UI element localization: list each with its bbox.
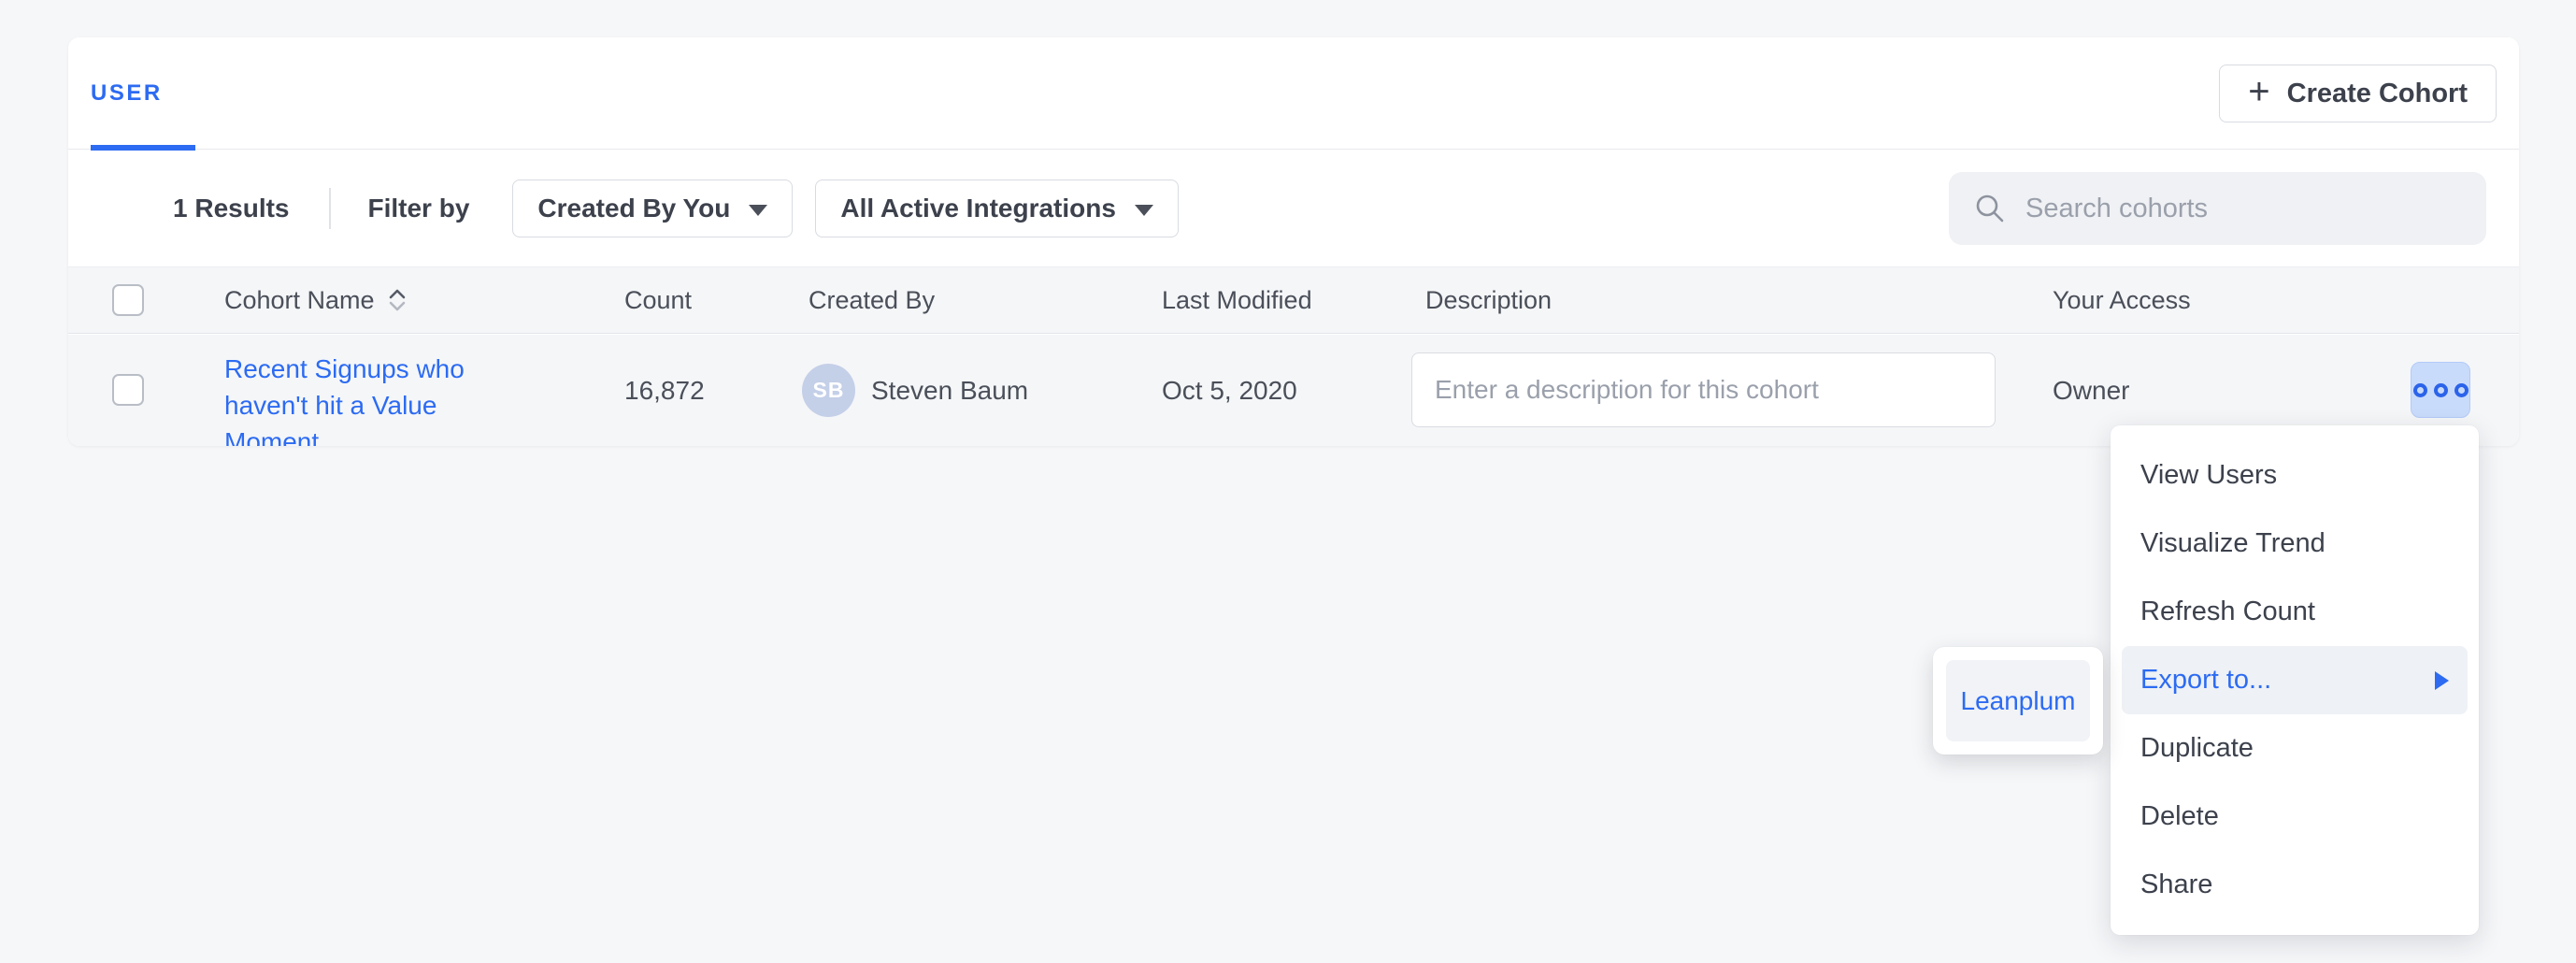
kebab-dot-icon: [2454, 383, 2469, 397]
results-count: 1 Results: [173, 194, 290, 223]
menu-item-export-to[interactable]: Export to...: [2122, 646, 2468, 714]
sort-icon[interactable]: [386, 285, 408, 315]
divider: [329, 188, 331, 229]
search-box: [1949, 172, 2486, 245]
table-header: Cohort Name Count Created By Last Modifi…: [68, 266, 2519, 334]
cohort-name-link[interactable]: Recent Signups who haven't hit a Value M…: [224, 351, 477, 446]
created-by-dropdown[interactable]: Created By You: [512, 180, 793, 237]
menu-item-duplicate[interactable]: Duplicate: [2111, 714, 2479, 783]
filter-bar: 1 Results Filter by Created By You All A…: [68, 151, 2519, 266]
avatar: SB: [802, 364, 855, 417]
tab-user[interactable]: USER: [91, 37, 163, 150]
header-description: Description: [1425, 267, 1552, 333]
chevron-down-icon: [1135, 205, 1153, 216]
integrations-dropdown[interactable]: All Active Integrations: [815, 180, 1179, 237]
row-context-menu: View Users Visualize Trend Refresh Count…: [2111, 425, 2479, 935]
filter-by-label: Filter by: [368, 194, 470, 223]
header-cohort-name[interactable]: Cohort Name: [224, 267, 408, 333]
row-checkbox[interactable]: [112, 374, 144, 406]
menu-item-view-users[interactable]: View Users: [2111, 441, 2479, 510]
kebab-dot-icon: [2413, 383, 2427, 397]
header-last-modified: Last Modified: [1162, 267, 1312, 333]
created-by-name: Steven Baum: [871, 335, 1028, 446]
tab-bar: USER + Create Cohort: [68, 37, 2519, 150]
cohorts-page: USER + Create Cohort 1 Results Filter by…: [0, 0, 2576, 963]
last-modified-date: Oct 5, 2020: [1162, 335, 1297, 446]
integrations-dropdown-value: All Active Integrations: [840, 194, 1116, 223]
header-your-access: Your Access: [2053, 267, 2191, 333]
menu-item-refresh-count[interactable]: Refresh Count: [2111, 578, 2479, 646]
menu-item-visualize-trend[interactable]: Visualize Trend: [2111, 510, 2479, 578]
cohorts-card: USER + Create Cohort 1 Results Filter by…: [68, 37, 2519, 446]
cohort-count: 16,872: [624, 335, 705, 446]
header-count: Count: [624, 267, 692, 333]
menu-item-share[interactable]: Share: [2111, 851, 2479, 919]
create-cohort-button[interactable]: + Create Cohort: [2219, 65, 2497, 122]
menu-item-delete[interactable]: Delete: [2111, 783, 2479, 851]
select-all-checkbox[interactable]: [112, 284, 144, 316]
created-by-dropdown-value: Created By You: [537, 194, 730, 223]
submenu-arrow-icon: [2435, 671, 2449, 690]
row-actions-kebab-button[interactable]: [2411, 362, 2470, 418]
kebab-dot-icon: [2434, 383, 2448, 397]
header-cohort-name-label: Cohort Name: [224, 286, 375, 315]
tab-user-label: USER: [91, 80, 163, 107]
search-input[interactable]: [2025, 194, 2462, 224]
header-created-by: Created By: [809, 267, 935, 333]
menu-item-export-to-label: Export to...: [2140, 665, 2271, 696]
plus-icon: +: [2248, 73, 2269, 110]
submenu-item-leanplum[interactable]: Leanplum: [1946, 660, 2090, 741]
create-cohort-label: Create Cohort: [2287, 79, 2468, 109]
export-submenu: Leanplum: [1933, 647, 2103, 755]
description-input[interactable]: [1411, 352, 1996, 427]
chevron-down-icon: [749, 205, 767, 216]
search-icon: [1973, 192, 2007, 225]
